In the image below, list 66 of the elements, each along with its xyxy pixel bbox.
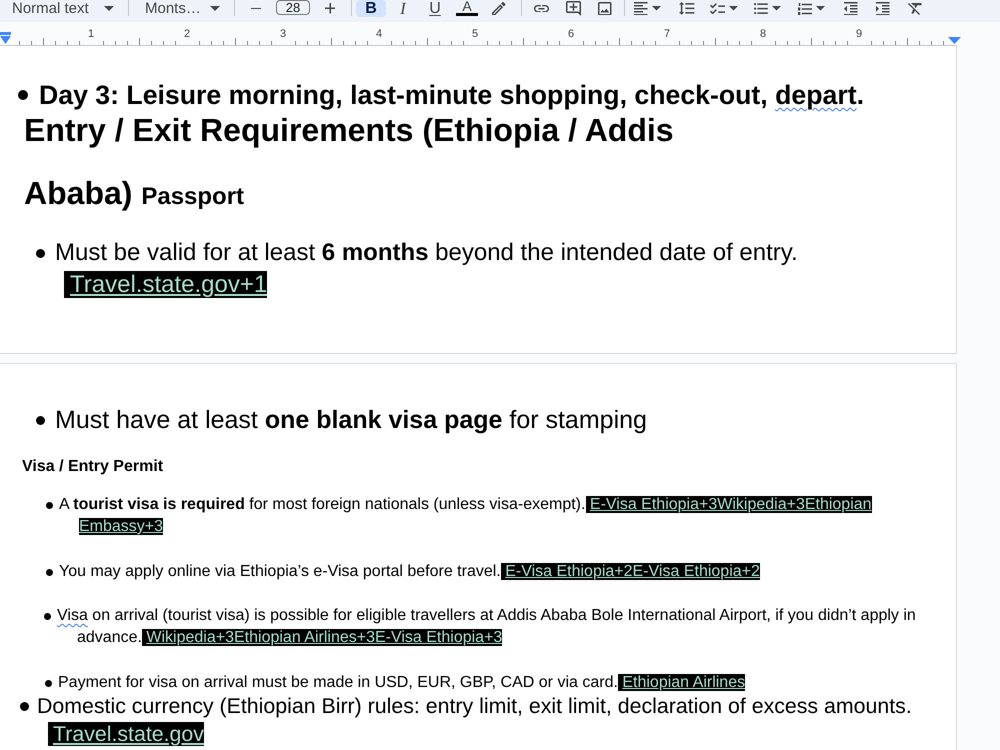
decrease-indent-icon: [844, 2, 858, 16]
ruler-number: 4: [374, 29, 384, 39]
caret-icon: [652, 6, 660, 11]
source-link[interactable]: Wikipedia+3Ethiopian Airlines+3E-Visa Ethiopia+3: [142, 629, 502, 646]
list-item-text: Must be valid for at least 6 months beyond the intended date of entry. Travel.state.gov+1: [55, 238, 799, 300]
list-item-text: Visa on arrival (tourist visa) is possible for eligible travellers at Addis Ababa Bole International Airport, if you didn’t apply in advance. Wikipedia+3Ethiopian Airlines+3E-Visa Ethiopia+3: [57, 606, 917, 648]
ruler-number: 7: [662, 29, 672, 39]
bullet-icon: [36, 416, 45, 424]
subsection-heading: Visa / Entry Permit: [21, 457, 164, 477]
source-link[interactable]: E-Visa Ethiopia+2E-Visa Ethiopia+2: [501, 563, 760, 580]
align-left-icon: [634, 2, 648, 16]
underline-button[interactable]: U: [420, 0, 450, 17]
bullet-icon: [46, 568, 53, 576]
caret-icon: [210, 6, 220, 11]
source-link[interactable]: Ethiopian Airlines: [618, 674, 746, 691]
ruler-number: 3: [278, 29, 288, 39]
font-dropdown[interactable]: Monts…: [137, 0, 226, 17]
list-item-text: Must have at least one blank visa page for stamping: [55, 405, 648, 435]
line-spacing-icon: [679, 2, 695, 15]
ruler-number: 1: [86, 29, 96, 39]
plus-icon: [324, 3, 336, 14]
italic-button[interactable]: I: [388, 0, 418, 17]
left-indent-marker-icon[interactable]: [0, 32, 11, 44]
list-item-text: Day 3: Leisure morning, last-minute shopping, check-out, depart.: [39, 80, 865, 110]
bullet-icon: [18, 90, 28, 100]
ruler-number: 5: [470, 29, 480, 39]
source-link[interactable]: Travel.state.gov+1: [64, 271, 268, 298]
increase-indent-icon: [876, 2, 890, 16]
pen-icon: [492, 2, 506, 16]
right-indent-marker-icon[interactable]: [948, 37, 961, 44]
bulleted-list-icon: [754, 2, 768, 14]
caret-icon: [772, 6, 781, 11]
ruler-number: 8: [758, 29, 768, 39]
list-item-text: A tourist visa is required for most foreign nationals (unless visa-exempt). E-Visa Ethiopia+3Wikipedia+3Ethiopian Embassy+3: [59, 495, 873, 537]
bold-button[interactable]: B: [356, 0, 386, 17]
list-item-text: Payment for visa on arrival must be made in USD, EUR, GBP, CAD or via card. Ethiopian Airlines: [58, 674, 746, 692]
bullet-icon: [46, 502, 53, 508]
checklist-icon: [710, 2, 725, 14]
bullet-icon: [36, 248, 45, 258]
bullet-icon: [20, 702, 29, 710]
section-heading: Entry / Exit Requirements (Ethiopia / Addis: [24, 112, 674, 148]
list-item-text: Domestic currency (Ethiopian Birr) rules: entry limit, exit limit, declaration of excess amounts. Travel.state.gov: [37, 693, 913, 748]
ruler-number: 9: [854, 29, 864, 39]
ruler-number: 2: [182, 29, 192, 39]
paragraph-style-dropdown[interactable]: Normal text: [4, 0, 120, 17]
bullet-icon: [44, 612, 51, 620]
numbered-list-icon: [798, 2, 812, 14]
source-link[interactable]: Embassy+3: [79, 518, 164, 535]
caret-icon: [816, 6, 826, 11]
list-item-text: You may apply online via Ethiopia’s e-Visa portal before travel. E-Visa Ethiopia+2E-Visa Ethiopia+2: [59, 562, 761, 582]
text-color-button[interactable]: A: [452, 0, 482, 17]
minus-icon: [250, 8, 262, 10]
source-link[interactable]: Travel.state.gov: [48, 722, 204, 746]
comment-plus-icon: [566, 1, 580, 16]
ruler-number: 6: [566, 29, 576, 39]
text-color-bar-icon: [456, 13, 478, 16]
font-size-field[interactable]: 28: [276, 0, 310, 15]
link-icon: [534, 4, 548, 12]
section-heading: Ababa): [24, 175, 132, 211]
source-link[interactable]: E-Visa Ethiopia+3Wikipedia+3Ethiopian: [586, 496, 872, 513]
caret-icon: [729, 6, 738, 11]
subsection-heading: Passport: [141, 183, 244, 210]
clear-formatting-icon: [908, 2, 922, 14]
image-icon: [598, 2, 612, 16]
caret-icon: [104, 6, 114, 11]
bullet-icon: [45, 680, 52, 686]
